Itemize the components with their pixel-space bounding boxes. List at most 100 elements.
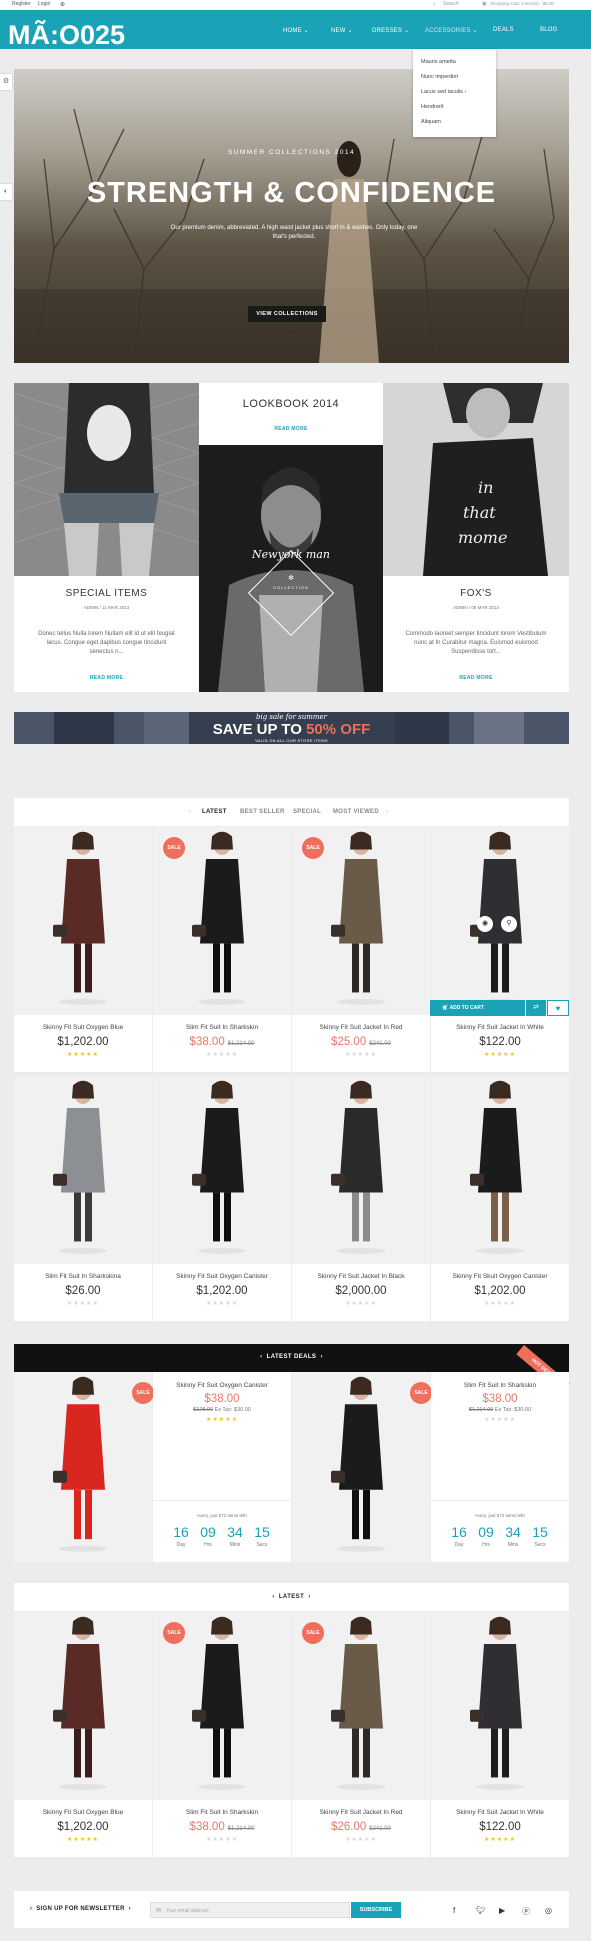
product-card[interactable]: SALE Slim Fit Suit In Sharkskin $38.00 $1,2… (153, 1612, 291, 1857)
tabs-next-icon[interactable]: › (386, 809, 388, 815)
compare-icon[interactable]: ⇄ (526, 1000, 546, 1016)
zoom-icon[interactable]: ⚲ (501, 916, 517, 932)
tab-special[interactable]: SPECIAL (293, 809, 321, 815)
product-card[interactable]: Skinny Fit Suit Oxygen Blue $1,202.00 ★★★★… (14, 827, 152, 1072)
product-tabs: ‹ LATEST BEST SELLER SPECIAL MOST VIEWED… (14, 798, 569, 826)
product-name[interactable]: Skinny Fit Suit Oxygen Blue (14, 1024, 152, 1031)
foxs-title: FOX'S (460, 588, 492, 599)
foxs-image[interactable]: in that mome (383, 383, 569, 576)
pinterest-icon[interactable]: ⓟ (522, 1906, 530, 1917)
rating-stars: ★★★★★ (484, 1301, 516, 1307)
product-name[interactable]: Skinny Fit Suit Jacket In White (431, 1809, 569, 1816)
nav-new[interactable]: NEW ⌄ (331, 27, 353, 34)
add-to-cart-button[interactable]: 🛒︎ ADD TO CART (430, 1000, 525, 1016)
product-name[interactable]: Skinny Fit Suit Oxygen Canister (153, 1273, 291, 1280)
product-card[interactable]: Slim Fit Suit In Sharkskina $26.00 ★★★★★ (14, 1076, 152, 1321)
twitter-icon[interactable]: 🐦︎ (476, 1906, 486, 1915)
product-image[interactable] (153, 1076, 291, 1264)
facebook-icon[interactable]: f (453, 1906, 455, 1915)
search-label[interactable]: Search (443, 1, 459, 7)
product-image[interactable] (292, 1076, 430, 1264)
deal-name[interactable]: Skinny Fit Suit Oxygen Canister (153, 1382, 291, 1389)
dropdown-item[interactable]: Nunc imperdiet (421, 74, 458, 80)
deal-name[interactable]: Slim Fit Suit In Sharkskin (431, 1382, 569, 1389)
nav-home[interactable]: HOME ⌄ (283, 27, 309, 34)
nav-deals[interactable]: DEALS (493, 27, 514, 33)
nav-dresses[interactable]: DRESSES ⌄ (372, 27, 409, 34)
product-card[interactable]: SALE Skinny Fit Suit Jacket In Red $26.00 $… (292, 1612, 430, 1857)
countdown-value: 34 (227, 1524, 243, 1540)
tab-latest[interactable]: LATEST (202, 809, 227, 815)
product-name[interactable]: Slim Fit Suit In Sharkskin (153, 1809, 291, 1816)
cart-summary[interactable]: Shopping Cart: 0 item(s) - $0.00 (490, 1, 554, 6)
page: Register Login ⊕ ⌕ Search ▣ Shopping Car… (0, 0, 591, 1941)
special-items-image[interactable] (14, 383, 199, 576)
product-name[interactable]: Skinny Fit Skuit Oxygen Canister (431, 1273, 569, 1280)
product-card[interactable]: Skinny Fit Suit Jacket In Black $2,000.00… (292, 1076, 430, 1321)
tab-most-viewed[interactable]: MOST VIEWED (333, 809, 379, 815)
cart-icon[interactable]: ▣ (482, 1, 487, 7)
product-image[interactable] (431, 1076, 569, 1264)
search-icon[interactable]: ⌕ (433, 1, 436, 7)
product-name[interactable]: Skinny Fit Suit Jacket In Red (292, 1024, 430, 1031)
deal-image-card[interactable]: SALE (14, 1372, 154, 1562)
foxs-read-more[interactable]: READ MORE (383, 675, 569, 681)
special-items-card: SPECIAL ITEMS ADMIN / 11 MAR 2013 Donec … (14, 383, 199, 692)
product-name[interactable]: Slim Fit Suit In Sharkskin (153, 1024, 291, 1031)
special-items-title: SPECIAL ITEMS (65, 588, 148, 599)
settings-icon[interactable]: ⚙ (0, 74, 12, 90)
lookbook-title-card: LOOKBOOK 2014 READ MORE (199, 383, 383, 445)
deal-hurry: Hurry, just 572 items left! (475, 1513, 525, 1518)
product-name[interactable]: Skinny Fit Suit Oxygen Blue (14, 1809, 152, 1816)
product-card[interactable]: Skinny Fit Suit Oxygen Canister $1,202.00… (153, 1076, 291, 1321)
product-image[interactable] (292, 1372, 430, 1562)
register-link[interactable]: Register (12, 1, 31, 7)
product-card[interactable]: SALE Skinny Fit Suit Jacket In Red $25.00 $… (292, 827, 430, 1072)
product-image[interactable] (14, 1612, 152, 1800)
dropdown-item[interactable]: Mauris ametta (421, 59, 456, 65)
tab-best-seller[interactable]: BEST SELLER (240, 809, 285, 815)
dropdown-item[interactable]: Lacus sed iaculis › (421, 89, 466, 95)
special-items-read-more[interactable]: READ MORE (14, 675, 199, 681)
nav-blog[interactable]: BLOG (540, 27, 557, 33)
dribbble-icon[interactable]: ◎ (545, 1906, 552, 1915)
product-name[interactable]: Skinny Fit Suit Jacket In Black (292, 1273, 430, 1280)
product-image[interactable] (14, 1372, 152, 1562)
product-name[interactable]: Skinny Fit Suit Jacket In Red (292, 1809, 430, 1816)
login-link[interactable]: Login (38, 1, 50, 7)
tabs-prev-icon[interactable]: ‹ (189, 809, 191, 815)
dropdown-item[interactable]: Aliquam (421, 119, 441, 125)
newsletter-email-input[interactable]: ✉ Your email address (150, 1902, 350, 1918)
product-image[interactable] (14, 1076, 152, 1264)
youtube-icon[interactable]: ▶ (499, 1906, 505, 1915)
deal-hurry: Hurry, just 572 items left! (197, 1513, 247, 1518)
product-name[interactable]: Slim Fit Suit In Sharkskina (14, 1273, 152, 1280)
product-image[interactable] (431, 827, 569, 1015)
subscribe-button[interactable]: SUBSCRIBE (351, 1902, 401, 1918)
lookbook-badge-sub: COLLECTION (273, 585, 309, 590)
wishlist-icon[interactable]: ♥ (547, 1000, 569, 1016)
globe-icon[interactable]: ⊕ (60, 1, 65, 8)
deal-old-price: $1,214.00 Ex Tax: $30.00 (468, 1407, 532, 1413)
product-image[interactable] (431, 1612, 569, 1800)
email-icon: ✉ (156, 1908, 162, 1914)
lookbook-image[interactable] (199, 445, 383, 692)
dropdown-item[interactable]: Hendrerit (421, 104, 444, 110)
quick-view-icon[interactable]: ◉ (477, 916, 493, 932)
product-card[interactable]: Skinny Fit Suit Jacket In White $122.00 ★★… (431, 827, 569, 1072)
product-card[interactable]: Skinny Fit Skuit Oxygen Canister $1,202.0… (431, 1076, 569, 1321)
nav-accessories[interactable]: ACCESSORIES ⌄ (425, 27, 478, 34)
sale-banner[interactable]: big sale for summer SAVE UP TO 50% OFF V… (14, 712, 569, 744)
deal-image-card[interactable]: SALE (292, 1372, 432, 1562)
product-card[interactable]: Skinny Fit Suit Oxygen Blue $1,202.00 ★★★★… (14, 1612, 152, 1857)
view-collections-button[interactable]: VIEW COLLECTIONS (248, 306, 326, 322)
product-image[interactable] (14, 827, 152, 1015)
product-card[interactable]: SALE Slim Fit Suit In Sharkskin $38.00 $1,2… (153, 827, 291, 1072)
lookbook-read-more[interactable]: READ MORE (199, 426, 383, 432)
product-card[interactable]: Skinny Fit Suit Jacket In White $122.00 ★★… (431, 1612, 569, 1857)
logo[interactable]: MÃ:O025 (8, 20, 125, 51)
product-price: $122.00 (479, 1821, 521, 1833)
contrast-icon[interactable]: ◐ (0, 184, 12, 200)
product-name[interactable]: Skinny Fit Suit Jacket In White (431, 1024, 569, 1031)
countdown-label: Hrs (482, 1542, 490, 1548)
